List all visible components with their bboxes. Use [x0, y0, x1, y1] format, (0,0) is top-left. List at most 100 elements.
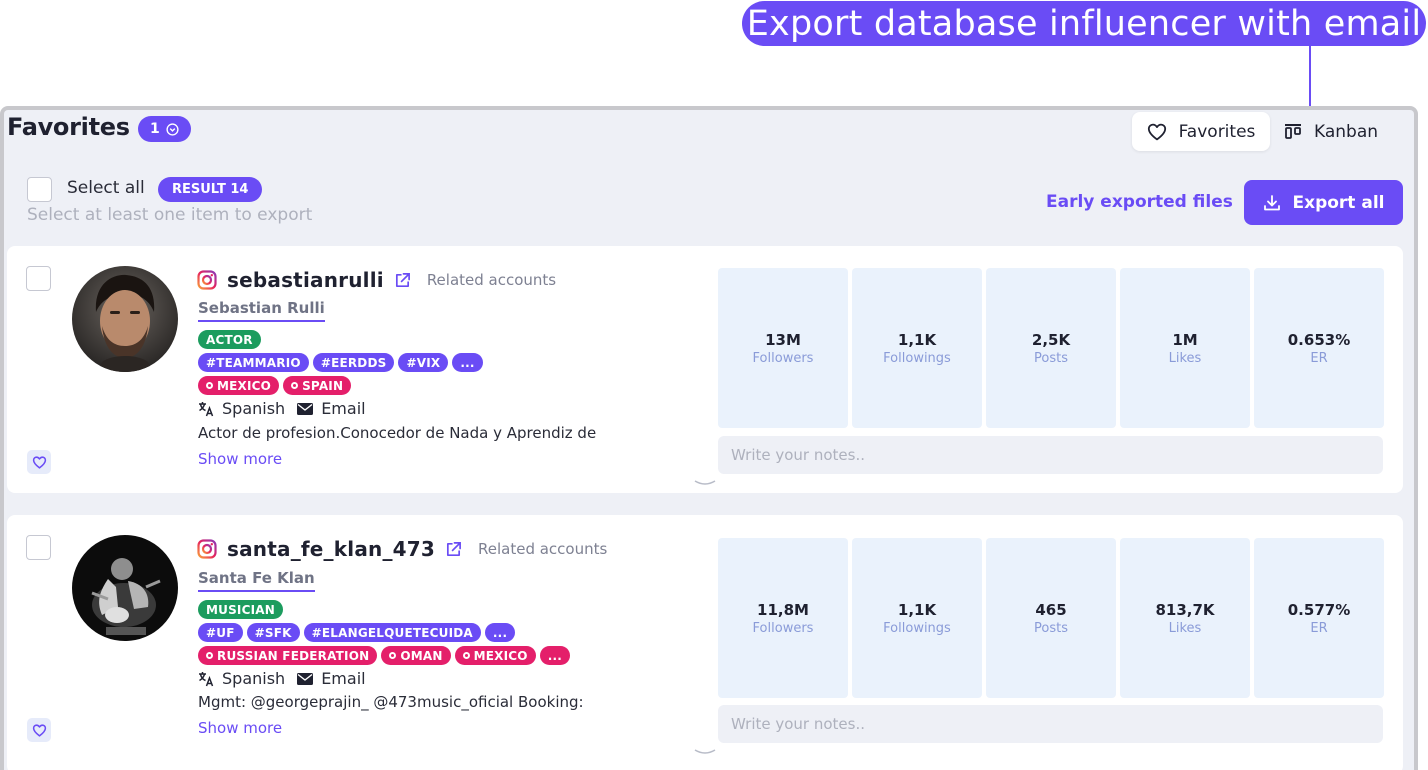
stat-label: ER — [1310, 350, 1328, 366]
hashtag-tag: #SFK — [246, 623, 300, 642]
stat-er: 0.577% ER — [1254, 538, 1384, 698]
influencer-card: santa_fe_klan_473 Related accounts Santa… — [7, 515, 1403, 770]
translate-icon — [199, 671, 214, 686]
location-tags: MEXICO SPAIN — [198, 376, 352, 395]
more-locations-button[interactable]: ... — [539, 646, 570, 665]
stat-value: 1,1K — [897, 330, 937, 349]
location-label: RUSSIAN FEDERATION — [217, 648, 370, 663]
username[interactable]: santa_fe_klan_473 — [227, 537, 435, 561]
hashtag-tag: #ELANGELQUETECUIDA — [303, 623, 481, 642]
username[interactable]: sebastianrulli — [227, 268, 384, 292]
stat-followings: 1,1K Followings — [852, 268, 982, 428]
external-link-icon[interactable] — [394, 272, 411, 289]
location-pin-icon — [291, 382, 299, 389]
stat-followers: 13M Followers — [718, 268, 848, 428]
category-tags: ACTOR — [198, 330, 261, 349]
external-link-icon[interactable] — [445, 541, 462, 558]
export-all-label: Export all — [1292, 192, 1385, 213]
favorites-count-badge[interactable]: 1 — [138, 116, 191, 142]
page-title: Favorites — [7, 113, 130, 141]
hashtag-tags: #TEAMMARIO #EERDDS #VIX ... — [198, 353, 483, 372]
email-label[interactable]: Email — [321, 399, 365, 418]
heart-icon — [1147, 123, 1166, 140]
influencer-card: sebastianrulli Related accounts Sebastia… — [7, 246, 1403, 493]
stat-label: Posts — [1034, 620, 1068, 636]
card-checkbox[interactable] — [26, 535, 51, 560]
related-accounts-link[interactable]: Related accounts — [427, 271, 556, 289]
email-icon — [297, 402, 314, 415]
location-tag: MEXICO — [454, 646, 536, 665]
card-checkbox[interactable] — [26, 266, 51, 291]
location-pin-icon — [389, 652, 397, 659]
language-label: Spanish — [222, 399, 286, 418]
full-name: Santa Fe Klan — [198, 569, 315, 592]
heart-icon — [32, 723, 46, 737]
early-exported-files-link[interactable]: Early exported files — [1046, 192, 1233, 212]
tab-kanban[interactable]: Kanban — [1284, 112, 1394, 151]
hashtag-tag: #UF — [198, 623, 243, 642]
show-more-link[interactable]: Show more — [198, 719, 282, 737]
related-accounts-link[interactable]: Related accounts — [478, 540, 607, 558]
tab-favorites[interactable]: Favorites — [1132, 112, 1270, 151]
stat-posts: 465 Posts — [986, 538, 1116, 698]
stat-value: 1,1K — [897, 600, 937, 619]
result-count-badge: RESULT 14 — [158, 177, 263, 202]
stat-likes: 813,7K Likes — [1120, 538, 1250, 698]
language-contact-row: Spanish Email — [198, 669, 366, 688]
stat-label: Followings — [883, 350, 951, 366]
chevron-down-icon[interactable] — [693, 478, 717, 488]
full-name: Sebastian Rulli — [198, 299, 325, 322]
stat-label: Followers — [752, 350, 814, 366]
favorites-panel: Favorites 1 Favorites Kanban Select all … — [0, 106, 1418, 770]
translate-icon — [199, 401, 214, 416]
username-row: santa_fe_klan_473 Related accounts — [197, 537, 607, 561]
favorite-toggle-button[interactable] — [27, 718, 51, 742]
notes-input[interactable]: Write your notes.. — [718, 705, 1383, 743]
select-all-label[interactable]: Select all — [67, 178, 145, 198]
tab-favorites-label: Favorites — [1178, 121, 1256, 142]
category-tag: MUSICIAN — [198, 600, 283, 619]
email-label[interactable]: Email — [321, 669, 365, 688]
notes-input[interactable]: Write your notes.. — [718, 436, 1383, 474]
avatar[interactable] — [72, 266, 178, 372]
instagram-icon — [197, 270, 217, 290]
language-label: Spanish — [222, 669, 286, 688]
stat-value: 1M — [1172, 330, 1198, 349]
stat-likes: 1M Likes — [1120, 268, 1250, 428]
favorite-toggle-button[interactable] — [27, 450, 51, 474]
stat-label: Likes — [1168, 350, 1202, 366]
kanban-icon — [1285, 123, 1301, 139]
stat-er: 0.653% ER — [1254, 268, 1384, 428]
category-tag: ACTOR — [198, 330, 261, 349]
export-hint: Select at least one item to export — [27, 205, 313, 225]
callout-connector — [1309, 46, 1311, 108]
stat-value: 813,7K — [1155, 600, 1215, 619]
username-row: sebastianrulli Related accounts — [197, 268, 556, 292]
more-hashtags-button[interactable]: ... — [452, 353, 483, 372]
stats-grid: 13M Followers 1,1K Followings 2,5K Posts 1M… — [718, 268, 1384, 428]
chevron-down-icon[interactable] — [693, 747, 717, 757]
hashtag-tags: #UF #SFK #ELANGELQUETECUIDA ... — [198, 623, 516, 642]
location-label: MEXICO — [217, 378, 272, 393]
location-tag: OMAN — [381, 646, 451, 665]
bio-text: Mgmt: @georgeprajin_ @473music_oficial B… — [198, 693, 584, 711]
avatar[interactable] — [72, 535, 178, 641]
stat-label: Followings — [883, 620, 951, 636]
location-tag: SPAIN — [283, 376, 352, 395]
export-all-button[interactable]: Export all — [1244, 180, 1403, 225]
location-label: SPAIN — [302, 378, 344, 393]
download-icon — [1263, 194, 1280, 210]
stat-value: 2,5K — [1031, 330, 1071, 349]
heart-icon — [32, 455, 46, 469]
hashtag-tag: #TEAMMARIO — [198, 353, 309, 372]
language-contact-row: Spanish Email — [198, 399, 366, 418]
location-label: MEXICO — [473, 648, 528, 663]
stat-followers: 11,8M Followers — [718, 538, 848, 698]
hashtag-tag: #VIX — [398, 353, 449, 372]
stat-label: Likes — [1168, 620, 1202, 636]
chevron-circle-icon — [166, 122, 179, 136]
stat-value: 13M — [765, 330, 801, 349]
select-all-checkbox[interactable] — [27, 177, 52, 202]
more-hashtags-button[interactable]: ... — [484, 623, 516, 642]
show-more-link[interactable]: Show more — [198, 450, 282, 468]
